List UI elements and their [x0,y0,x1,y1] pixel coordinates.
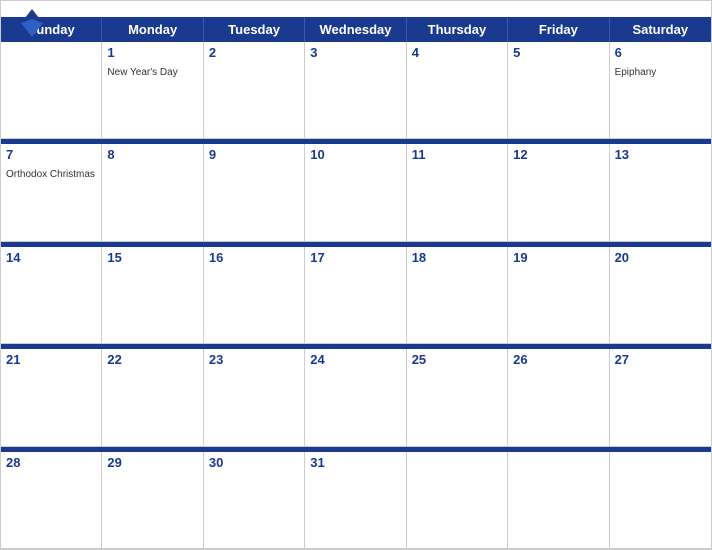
day-header-tuesday: Tuesday [204,17,305,42]
date-number: 14 [6,250,96,265]
calendar-cell: 13 [610,144,711,241]
calendar-cell [610,452,711,549]
calendar-cell: 12 [508,144,609,241]
date-number: 30 [209,455,299,470]
calendar-cell: 24 [305,349,406,446]
date-number: 9 [209,147,299,162]
day-header-thursday: Thursday [407,17,508,42]
date-number: 24 [310,352,400,367]
calendar-cell: 4 [407,42,508,139]
date-number: 11 [412,147,502,162]
date-number: 21 [6,352,96,367]
holiday-label: Epiphany [615,67,657,78]
date-number: 5 [513,45,603,60]
date-number: 13 [615,147,706,162]
date-number: 6 [615,45,706,60]
calendar-cell [407,452,508,549]
calendar-cell: 22 [102,349,203,446]
calendar-cell: 25 [407,349,508,446]
calendar-cell: 9 [204,144,305,241]
calendar-cell: 20 [610,247,711,344]
day-header-friday: Friday [508,17,609,42]
date-number: 19 [513,250,603,265]
date-number: 22 [107,352,197,367]
calendar-cell: 8 [102,144,203,241]
date-number: 15 [107,250,197,265]
calendar-cell: 31 [305,452,406,549]
logo [17,9,43,42]
calendar-body: SundayMondayTuesdayWednesdayThursdayFrid… [1,17,711,549]
calendar-cell [508,452,609,549]
week-row-3: 21 22 23 24 25 26 27 [1,349,711,446]
date-number: 2 [209,45,299,60]
calendar-cell: 10 [305,144,406,241]
logo-bird-icon [21,9,43,42]
calendar-cell: 27 [610,349,711,446]
calendar-cell: 21 [1,349,102,446]
day-header-saturday: Saturday [610,17,711,42]
calendar-cell: 17 [305,247,406,344]
calendar-cell: 30 [204,452,305,549]
calendar: SundayMondayTuesdayWednesdayThursdayFrid… [0,0,712,550]
week-row-4: 28 29 30 31 [1,452,711,549]
calendar-header [1,1,711,17]
week-row-2: 14 15 16 17 18 19 20 [1,247,711,344]
calendar-cell: 28 [1,452,102,549]
calendar-grid: 1New Year's Day23456Epiphany7Orthodox Ch… [1,42,711,549]
day-header-wednesday: Wednesday [305,17,406,42]
calendar-cell: 3 [305,42,406,139]
days-header-row: SundayMondayTuesdayWednesdayThursdayFrid… [1,17,711,42]
date-number: 4 [412,45,502,60]
calendar-cell: 18 [407,247,508,344]
date-number: 16 [209,250,299,265]
date-number: 12 [513,147,603,162]
date-number: 3 [310,45,400,60]
calendar-cell: 19 [508,247,609,344]
date-number: 10 [310,147,400,162]
calendar-cell: 15 [102,247,203,344]
calendar-cell: 29 [102,452,203,549]
date-number: 27 [615,352,706,367]
calendar-cell: 1 New Year's Day [102,42,203,139]
date-number: 29 [107,455,197,470]
date-number: 26 [513,352,603,367]
date-number: 31 [310,455,400,470]
calendar-cell: 16 [204,247,305,344]
calendar-cell: 2 [204,42,305,139]
week-row-0: 1 New Year's Day 23456 Epiphany [1,42,711,139]
calendar-cell: 23 [204,349,305,446]
date-number: 1 [107,45,197,60]
calendar-cell: 14 [1,247,102,344]
date-number: 23 [209,352,299,367]
date-number: 7 [6,147,96,162]
date-number: 17 [310,250,400,265]
calendar-cell: 7 Orthodox Christmas [1,144,102,241]
date-number: 18 [412,250,502,265]
calendar-cell [1,42,102,139]
holiday-label: Orthodox Christmas [6,169,95,180]
calendar-cell: 6 Epiphany [610,42,711,139]
day-header-monday: Monday [102,17,203,42]
date-number: 8 [107,147,197,162]
date-number: 20 [615,250,706,265]
week-row-1: 7 Orthodox Christmas 89 10 11 12 13 [1,144,711,241]
calendar-cell: 11 [407,144,508,241]
holiday-label: New Year's Day [107,67,177,78]
calendar-cell: 5 [508,42,609,139]
date-number: 25 [412,352,502,367]
calendar-cell: 26 [508,349,609,446]
date-number: 28 [6,455,96,470]
